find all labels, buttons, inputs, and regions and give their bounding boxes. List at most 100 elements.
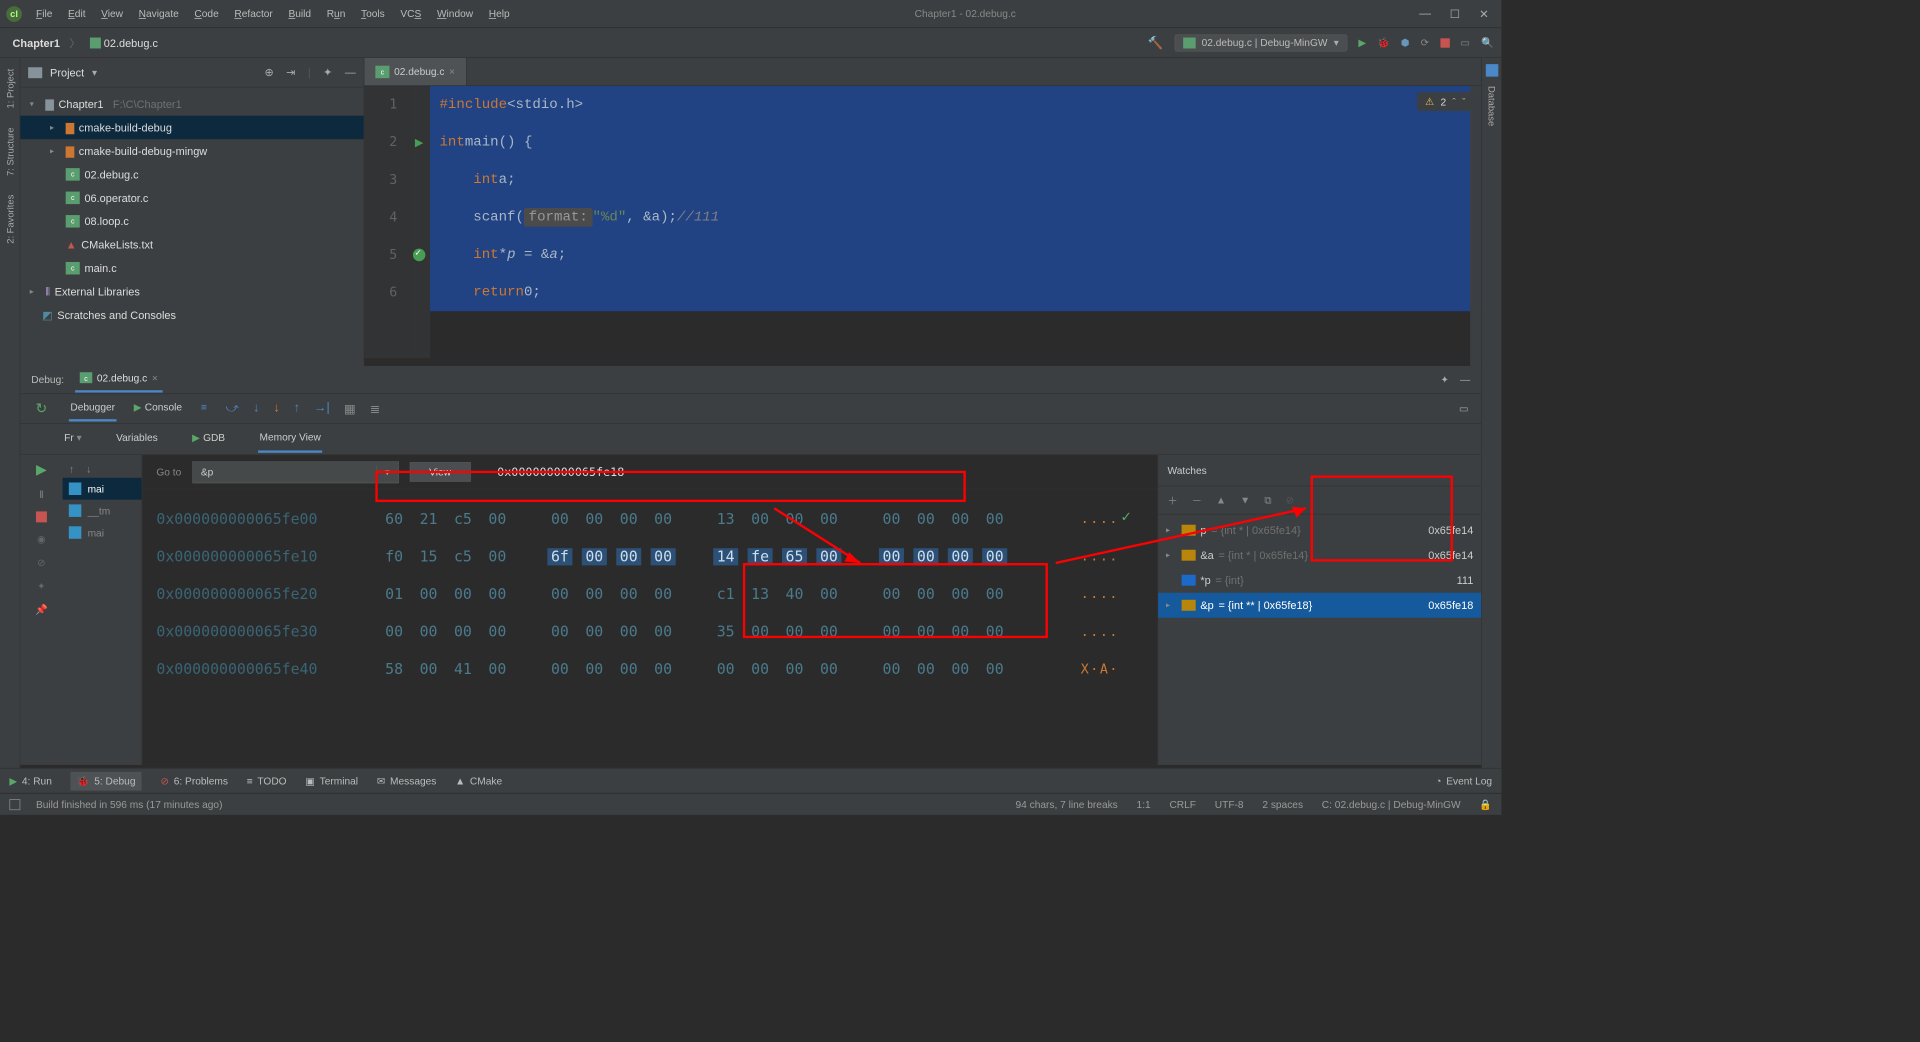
side-structure-tab[interactable]: 7: Structure [4,123,15,181]
menu-run[interactable]: Run [319,5,353,23]
debug-session-tab[interactable]: c 02.debug.c × [75,372,163,392]
memory-row[interactable]: 0x000000000065fe006021c50000000000130000… [156,500,1143,538]
side-favorites-tab[interactable]: 2: Favorites [4,190,15,248]
minimize-icon[interactable]: ― [1419,7,1431,21]
collapse-icon[interactable]: ⇥ [286,66,295,79]
tree-file[interactable]: c 08.loop.c [20,210,363,233]
pin-icon[interactable]: 📌 [35,604,48,617]
side-database-tab[interactable]: Database [1486,81,1497,131]
step-out-icon[interactable]: ↑ [294,401,300,417]
watch-row[interactable]: *p = {int}111 [1158,568,1481,593]
view-breakpoints-icon[interactable]: ◉ [37,533,46,546]
tree-root[interactable]: ▾▇ Chapter1F:\C\Chapter1 [20,92,363,115]
frames-tab[interactable]: Fr ▾ [63,427,84,452]
menu-navigate[interactable]: Navigate [131,5,187,23]
trace-icon[interactable]: ≣ [370,401,380,417]
search-icon[interactable]: 🔍 [1481,36,1494,49]
hide-icon[interactable]: ― [345,66,356,79]
menu-window[interactable]: Window [429,5,481,23]
tree-scratches[interactable]: ◩ Scratches and Consoles [20,303,363,326]
variables-tab[interactable]: Variables [115,427,160,451]
layout-icon[interactable]: ▭ [1460,36,1470,49]
settings-icon[interactable]: ✦ [323,66,332,79]
menu-vcs[interactable]: VCS [393,5,430,23]
editor-scrollbar[interactable] [1470,86,1481,366]
frame-row[interactable]: mai [63,522,142,544]
menu-code[interactable]: Code [187,5,227,23]
breadcrumb-file[interactable]: 02.debug.c [85,35,163,51]
eventlog-tab[interactable]: ◔Event Log [1435,775,1492,787]
lock-icon[interactable]: 🔒 [1479,798,1492,811]
close-icon[interactable]: ✕ [1479,7,1489,21]
memory-row[interactable]: 0x000000000065fe200100000000000000c11340… [156,576,1143,614]
settings-icon[interactable]: ✦ [37,580,46,593]
tree-file[interactable]: c 02.debug.c [20,163,363,186]
layout-icon[interactable]: ▭ [1459,402,1481,415]
evaluate-icon[interactable]: ▦ [344,401,356,417]
status-indent[interactable]: 2 spaces [1262,798,1303,811]
close-tab-icon[interactable]: × [449,66,455,78]
memory-row[interactable]: 0x000000000065fe405800410000000000000000… [156,651,1143,689]
step-over-icon[interactable]: ⤻ [226,401,239,417]
run-gutter[interactable]: ▶ [408,86,430,358]
menu-build[interactable]: Build [281,5,319,23]
locate-icon[interactable]: ⊕ [264,66,273,79]
menu-help[interactable]: Help [481,5,518,23]
side-project-tab[interactable]: 1: Project [4,64,15,113]
debugger-tab[interactable]: Debugger [69,396,117,421]
project-view-dropdown[interactable]: ▾ [92,66,97,79]
frame-row[interactable]: __tm [63,500,142,522]
run-to-cursor-icon[interactable]: →| [314,401,330,417]
force-step-icon[interactable]: ↓ [273,401,279,417]
coverage-icon[interactable]: ⬢ [1401,36,1410,49]
todo-toolwindow-tab[interactable]: ≡TODO [247,775,287,787]
status-eol[interactable]: CRLF [1169,798,1196,811]
menu-edit[interactable]: Edit [60,5,93,23]
step-into-icon[interactable]: ↓ [253,401,259,417]
status-position[interactable]: 1:1 [1137,798,1151,811]
menu-refactor[interactable]: Refactor [227,5,281,23]
memory-view-tab[interactable]: Memory View [258,426,323,453]
tree-external-libs[interactable]: ▸⫴ External Libraries [20,280,363,303]
inspection-widget[interactable]: ⚠ 2 ˆˇ [1417,92,1473,111]
dropdown-icon[interactable]: ▾ [376,466,398,479]
project-title[interactable]: Project [50,66,84,79]
pause-icon[interactable]: ‖ [39,489,43,501]
frame-row[interactable]: mai [63,478,142,500]
status-context[interactable]: C: 02.debug.c | Debug-MinGW [1322,798,1461,811]
memory-grid[interactable]: ✓ 0x000000000065fe006021c500000000001300… [142,490,1157,765]
stop-icon[interactable] [1440,38,1449,47]
tree-file[interactable]: ▲ CMakeLists.txt [20,233,363,256]
goto-address-input[interactable]: ▾ [192,461,398,483]
memory-row[interactable]: 0x000000000065fe300000000000000000350000… [156,613,1143,651]
toolwindows-toggle-icon[interactable] [9,799,20,810]
resume-icon[interactable]: ▶ [36,461,47,477]
mute-breakpoints-icon[interactable]: ⊘ [37,557,46,570]
tree-folder[interactable]: ▸▇ cmake-build-debug [20,116,363,139]
tree-file[interactable]: c 06.operator.c [20,186,363,209]
line-gutter[interactable]: 1 2 3 4 5 6 [364,86,408,358]
gdb-tab[interactable]: ▶GDB [191,427,227,452]
source-code[interactable]: #include <stdio.h> int main() { int a; s… [430,86,1481,358]
run-line-icon[interactable]: ▶ [415,136,423,149]
close-icon[interactable]: × [152,372,158,384]
tree-folder[interactable]: ▸▇ cmake-build-debug-mingw [20,139,363,162]
database-icon[interactable] [1485,64,1498,77]
threads-icon[interactable]: ≡ [199,396,208,421]
build-icon[interactable]: 🔨 [1148,35,1164,51]
run-toolwindow-tab[interactable]: ▶4: Run [9,775,51,788]
stop-icon[interactable] [36,511,47,522]
status-encoding[interactable]: UTF-8 [1215,798,1244,811]
project-tree[interactable]: ▾▇ Chapter1F:\C\Chapter1 ▸▇ cmake-build-… [20,88,363,327]
profiler-icon[interactable]: ⟳ [1421,36,1430,49]
menu-file[interactable]: File [28,5,60,23]
menu-view[interactable]: View [93,5,130,23]
debug-toolwindow-tab[interactable]: 🐞5: Debug [71,771,142,790]
maximize-icon[interactable]: ☐ [1450,7,1461,21]
watch-row[interactable]: ▸&p = {int ** | 0x65fe18}0x65fe18 [1158,593,1481,618]
run-icon[interactable]: ▶ [1358,36,1366,49]
console-tab[interactable]: ▶Console [132,396,183,421]
terminal-toolwindow-tab[interactable]: ▣Terminal [305,775,358,788]
view-button[interactable]: View [410,462,471,482]
debug-icon[interactable]: 🐞 [1377,36,1390,49]
